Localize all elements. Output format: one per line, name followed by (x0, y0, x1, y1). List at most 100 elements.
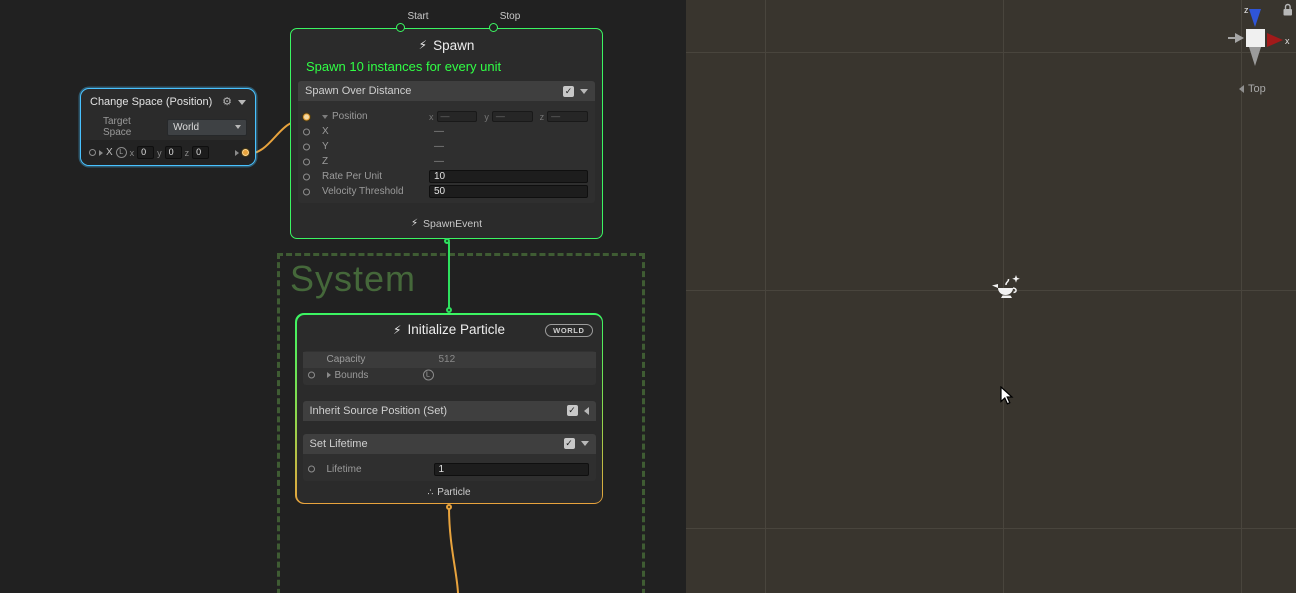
spawnevent-flow-port[interactable] (444, 238, 450, 244)
block-enabled-checkbox[interactable]: ✓ (567, 405, 578, 416)
y-axis-cone[interactable] (1249, 47, 1261, 66)
rate-field[interactable]: 10 (429, 170, 588, 183)
velocity-input-port[interactable] (303, 188, 310, 195)
change-space-header[interactable]: Change Space (Position) ⚙ (81, 89, 255, 115)
capacity-value[interactable]: 512 (439, 354, 456, 365)
vfx-lamp-gizmo-icon[interactable] (989, 271, 1023, 305)
position-y-field[interactable]: — (492, 111, 533, 122)
position-z-field[interactable]: — (547, 111, 588, 122)
change-space-io-row: X L x 0 y 0 z 0 (81, 140, 255, 165)
expand-icon[interactable] (327, 372, 331, 378)
x-field[interactable]: 0 (137, 146, 154, 159)
bounds-row[interactable]: Bounds L (303, 368, 596, 383)
spawn-event-output: ⚡ SpawnEvent (291, 218, 602, 230)
position-z: z— (540, 111, 588, 122)
x-axis-label: x (130, 148, 135, 158)
y-field[interactable]: 0 (165, 146, 182, 159)
spawn-note: Spawn 10 instances for every unit (291, 58, 602, 81)
y-row-value: — (434, 141, 444, 152)
vfx-graph-canvas[interactable]: System Start Stop ⚡ Spawn Spawn 10 insta… (0, 0, 686, 593)
bounds-input-port[interactable] (308, 372, 315, 379)
mouse-cursor (1000, 386, 1015, 406)
change-space-node[interactable]: Change Space (Position) ⚙ Target Space W… (80, 88, 256, 166)
initialize-title: Initialize Particle (407, 322, 505, 337)
z-row-label: Z (322, 156, 328, 167)
chevron-down-icon[interactable] (238, 100, 246, 105)
view-orientation-label[interactable]: Top (1239, 83, 1266, 95)
rate-per-unit-row[interactable]: Rate Per Unit 10 (298, 169, 595, 184)
position-output-port[interactable] (242, 149, 249, 156)
target-space-row: Target Space World (81, 115, 255, 139)
y-axis-label: y (484, 112, 489, 122)
start-port-label: Start (407, 11, 428, 22)
spawn-node-header[interactable]: ⚡ Spawn (291, 32, 602, 58)
local-space-icon[interactable]: L (116, 147, 127, 158)
x-row[interactable]: X — (298, 124, 595, 139)
x-input-port[interactable] (303, 128, 310, 135)
x-axis-label: x (1285, 36, 1290, 46)
z-row[interactable]: Z — (298, 154, 595, 169)
minus-x-axis-cone[interactable] (1235, 33, 1244, 43)
capacity-row[interactable]: Capacity 512 (303, 352, 596, 368)
spawn-node[interactable]: Start Stop ⚡ Spawn Spawn 10 instances fo… (290, 28, 603, 239)
lightning-icon: ⚡ (419, 39, 427, 51)
z-field[interactable]: 0 (192, 146, 209, 159)
position-xyz-fields: x— y— z— (429, 111, 588, 122)
lifetime-label: Lifetime (327, 464, 362, 475)
expand-icon[interactable] (99, 150, 103, 156)
y-row[interactable]: Y — (298, 139, 595, 154)
y-input-port[interactable] (303, 143, 310, 150)
gear-icon[interactable]: ⚙ (222, 97, 232, 108)
position-x-field[interactable]: — (437, 111, 478, 122)
z-axis-label: z (185, 148, 190, 158)
position-row[interactable]: Position x— y— z— (298, 109, 595, 124)
lock-icon[interactable] (1286, 5, 1291, 9)
velocity-threshold-row[interactable]: Velocity Threshold 50 (298, 184, 595, 199)
x-axis-cone[interactable] (1267, 33, 1283, 47)
target-space-dropdown[interactable]: World (167, 119, 247, 136)
spawn-over-distance-block[interactable]: Spawn Over Distance ✓ Position x— y— z— (298, 81, 595, 203)
chevron-left-icon[interactable] (584, 407, 589, 415)
x-input-port[interactable] (89, 149, 96, 156)
start-flow-port[interactable] (396, 23, 405, 32)
scene-view[interactable]: z x Top (686, 0, 1296, 593)
block-header[interactable]: Spawn Over Distance ✓ (298, 81, 595, 101)
target-space-value: World (173, 122, 199, 133)
orientation-gizmo[interactable]: z x (1222, 0, 1296, 78)
block-header[interactable]: Set Lifetime ✓ (303, 434, 596, 454)
rate-input-port[interactable] (303, 173, 310, 180)
inherit-source-position-block[interactable]: Inherit Source Position (Set) ✓ (303, 401, 596, 421)
position-y: y— (484, 111, 532, 122)
velocity-field[interactable]: 50 (429, 185, 588, 198)
particle-output-flow-port[interactable] (446, 504, 452, 510)
block-header[interactable]: Inherit Source Position (Set) ✓ (303, 401, 596, 421)
system-group-title: System (290, 258, 416, 300)
position-input-port[interactable] (303, 113, 310, 120)
local-space-icon[interactable]: L (423, 370, 434, 381)
chevron-down-icon[interactable] (581, 441, 589, 446)
gizmo-cube[interactable] (1246, 29, 1265, 47)
z-axis-cone[interactable] (1249, 9, 1261, 27)
lock-icon[interactable] (1284, 9, 1293, 16)
lifetime-input-port[interactable] (308, 466, 315, 473)
block-enabled-checkbox[interactable]: ✓ (563, 86, 574, 97)
spawn-event-label: SpawnEvent (423, 218, 482, 230)
change-space-title: Change Space (Position) (90, 96, 216, 108)
z-input-port[interactable] (303, 158, 310, 165)
chevron-down-icon[interactable] (580, 89, 588, 94)
block-enabled-checkbox[interactable]: ✓ (564, 438, 575, 449)
lifetime-row[interactable]: Lifetime 1 (303, 462, 596, 477)
x-axis-label: x (429, 112, 434, 122)
lightning-icon: ⚡ (411, 219, 418, 229)
set-lifetime-block[interactable]: Set Lifetime ✓ Lifetime 1 (303, 434, 596, 481)
world-space-badge[interactable]: WORLD (545, 324, 592, 337)
stop-flow-port[interactable] (489, 23, 498, 32)
output-arrow-icon (235, 150, 239, 156)
lifetime-field[interactable]: 1 (434, 463, 589, 476)
initialize-particle-node[interactable]: ⚡ Initialize Particle WORLD Capacity 512… (295, 313, 603, 504)
initialize-settings: Capacity 512 Bounds L (303, 351, 596, 385)
initialize-input-flow-port[interactable] (446, 307, 452, 313)
expand-icon[interactable] (322, 115, 328, 119)
z-row-value: — (434, 156, 444, 167)
block-body: Lifetime 1 (303, 454, 596, 481)
